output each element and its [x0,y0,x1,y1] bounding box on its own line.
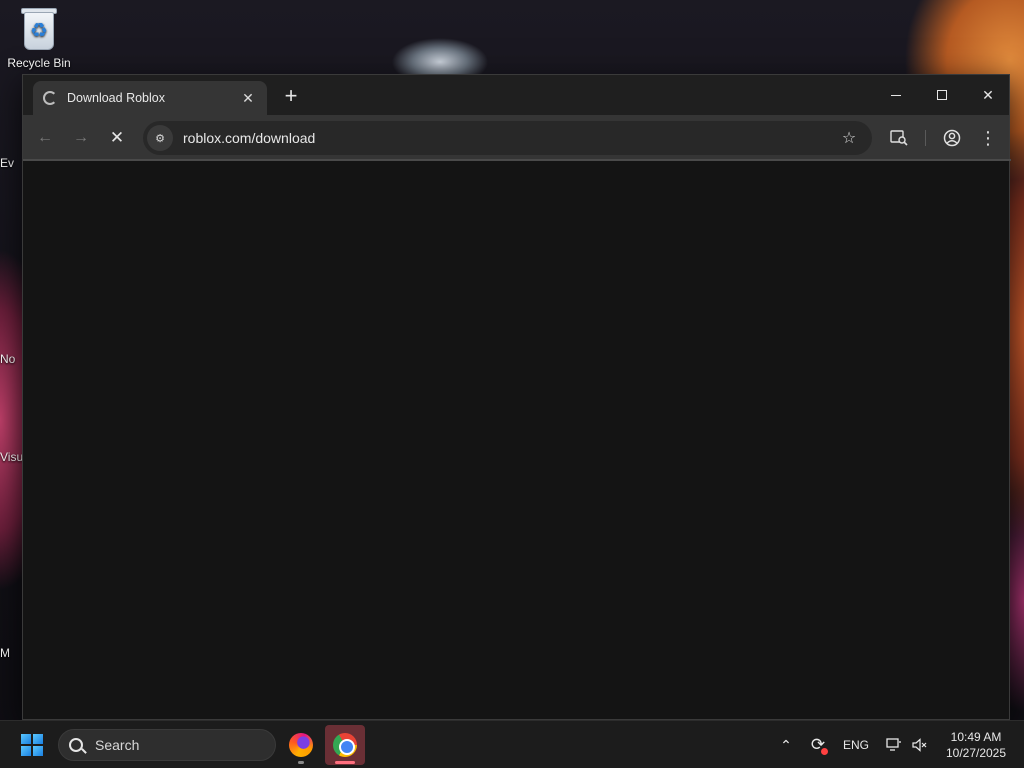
back-button[interactable]: ← [31,124,59,152]
close-icon: ✕ [982,86,994,103]
firefox-icon [289,733,313,757]
running-indicator [298,761,304,764]
taskbar-search[interactable]: Search [58,729,276,761]
chrome-icon [333,733,357,757]
network-icon[interactable] [882,733,906,757]
active-indicator [335,761,355,764]
maximize-icon [937,90,947,100]
sync-status-icon[interactable]: ⟳ [806,733,830,757]
taskbar: Search ⌃ ⟳ ENG 10:49 AM 10/27/2025 [0,720,1024,768]
maximize-button[interactable] [919,75,965,115]
recycle-bin-icon: ♻ [20,6,58,52]
minimize-button[interactable] [873,75,919,115]
new-tab-button[interactable]: + [277,83,305,111]
desktop-icon-label-partial[interactable]: No [0,352,22,366]
page-content [23,161,1009,719]
desktop-icon-label: Recycle Bin [7,56,71,70]
bookmark-star-icon[interactable]: ☆ [834,128,864,148]
menu-icon[interactable]: ⋮ [974,124,1002,152]
clock-date: 10/27/2025 [945,746,1007,760]
search-placeholder: Search [95,737,140,753]
chrome-window: Download Roblox ✕ + ✕ ← → ✕ ⚙ roblox.com… [22,74,1011,720]
site-info-icon[interactable]: ⚙ [147,125,173,151]
clock-time: 10:49 AM [950,730,1002,744]
windows-logo-icon [21,734,31,744]
desktop-icon-label-partial[interactable]: Ev [0,156,22,170]
desktop-icon-recycle-bin[interactable]: ♻ Recycle Bin [0,6,78,70]
system-clock[interactable]: 10:49 AM 10/27/2025 [936,729,1016,761]
stop-loading-icon: ✕ [109,128,125,147]
profile-icon[interactable] [938,124,966,152]
forward-button[interactable]: → [67,124,95,152]
tab-download-roblox[interactable]: Download Roblox ✕ [33,81,267,115]
desktop-icon-label-partial[interactable]: M [0,646,22,660]
close-window-button[interactable]: ✕ [965,75,1011,115]
tab-strip: Download Roblox ✕ + ✕ [23,75,1009,115]
start-button[interactable] [14,729,50,761]
minimize-icon [891,94,901,96]
desktop-icon-label-partial[interactable]: Visu [0,450,22,464]
tab-title: Download Roblox [67,91,165,105]
url-text[interactable]: roblox.com/download [183,130,834,146]
volume-muted-icon[interactable] [908,733,932,757]
taskbar-app-chrome[interactable] [325,725,365,765]
tab-close-icon[interactable]: ✕ [239,90,257,107]
loading-spinner-icon [43,91,57,105]
forward-arrow-icon: → [73,129,89,146]
back-arrow-icon: ← [37,129,53,146]
browser-toolbar: ← → ✕ ⚙ roblox.com/download ☆ ⋮ [23,115,1011,161]
stop-loading-button[interactable]: ✕ [103,124,131,152]
search-icon [69,738,83,752]
language-indicator[interactable]: ENG [840,733,872,757]
toolbar-divider [925,130,926,146]
address-bar[interactable]: ⚙ roblox.com/download ☆ [143,121,872,155]
google-lens-icon[interactable] [885,124,913,152]
taskbar-app-firefox[interactable] [281,725,321,765]
show-hidden-icons-chevron-icon[interactable]: ⌃ [774,733,798,757]
